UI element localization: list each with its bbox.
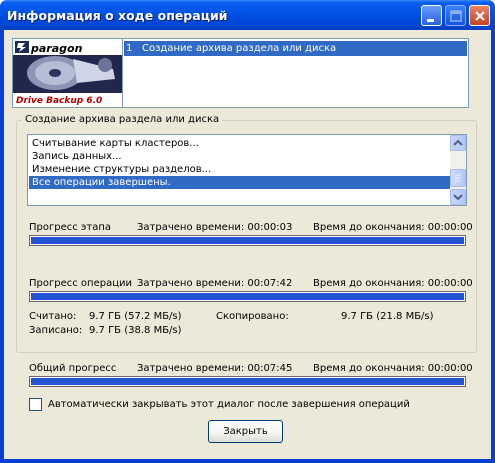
title-bar[interactable]: Информация о ходе операций [0,0,495,30]
logo-product: Drive Backup 6.0 [16,96,103,106]
written-label: Записано: [29,325,83,336]
log-line[interactable]: Запись данных... [29,150,451,163]
operation-label: Создание архива раздела или диска [142,43,337,54]
read-label: Считано: [29,311,77,322]
stage-progress-fill [31,237,464,244]
operation-progress-label: Прогресс операции [29,278,133,289]
log-list[interactable]: Считывание карты кластеров... Запись дан… [27,134,467,206]
chevron-up-icon [453,139,463,146]
stage-progress-label: Прогресс этапа [29,222,112,233]
scroll-up-button[interactable] [450,135,466,151]
close-window-button[interactable] [469,5,490,26]
log-line-selected[interactable]: Все операции завершены. [29,176,451,189]
close-button[interactable]: Закрыть [208,420,283,443]
log-scrollbar[interactable] [450,135,466,205]
operation-remaining: Время до окончания: 00:00:00 [313,278,473,289]
minimize-icon [427,19,434,22]
maximize-button [445,5,466,26]
scroll-down-button[interactable] [450,189,466,205]
stage-elapsed: Затрачено времени: 00:00:03 [137,222,293,233]
progress-dialog-window: Информация о ходе операций paragon Drive… [0,0,495,463]
overall-progress-label: Общий прогресс [29,363,117,374]
scroll-thumb[interactable] [450,169,466,187]
log-line[interactable]: Считывание карты кластеров... [29,137,451,150]
stage-remaining: Время до окончания: 00:00:00 [313,222,473,233]
dialog-body: paragon Drive Backup 6.0 1 Создание архив… [4,30,491,459]
window-title: Информация о ходе операций [7,8,228,23]
autoclose-label[interactable]: Автоматически закрывать этот диалог посл… [48,399,410,410]
copied-value: 9.7 ГБ (21.8 МБ/s) [341,311,434,322]
product-logo: paragon Drive Backup 6.0 [12,38,123,108]
operation-elapsed: Затрачено времени: 00:07:42 [137,278,293,289]
read-value: 9.7 ГБ (57.2 МБ/s) [89,311,182,322]
operation-progress-bar [29,291,466,302]
grip-icon [455,174,461,182]
log-line[interactable]: Изменение структуры разделов... [29,163,451,176]
overall-remaining: Время до окончания: 00:00:00 [313,363,473,374]
written-value: 9.7 ГБ (38.8 МБ/s) [89,325,182,336]
maximize-icon [450,10,462,22]
close-icon [475,11,485,21]
groupbox-title: Создание архива раздела или диска [22,114,223,125]
overall-elapsed: Затрачено времени: 00:07:45 [137,363,293,374]
operation-number: 1 [126,43,133,54]
chevron-down-icon [453,194,463,201]
copied-label: Скопировано: [216,311,289,322]
overall-progress-fill [31,378,464,385]
operation-progress-fill [31,293,464,300]
stage-progress-bar [29,235,466,246]
logo-brand: paragon [31,42,83,55]
operations-list[interactable]: 1 Создание архива раздела или диска [123,38,469,108]
list-item[interactable]: 1 Создание архива раздела или диска [124,41,467,56]
overall-progress-bar [29,376,466,387]
autoclose-checkbox[interactable] [29,398,42,411]
minimize-button[interactable] [421,5,442,26]
